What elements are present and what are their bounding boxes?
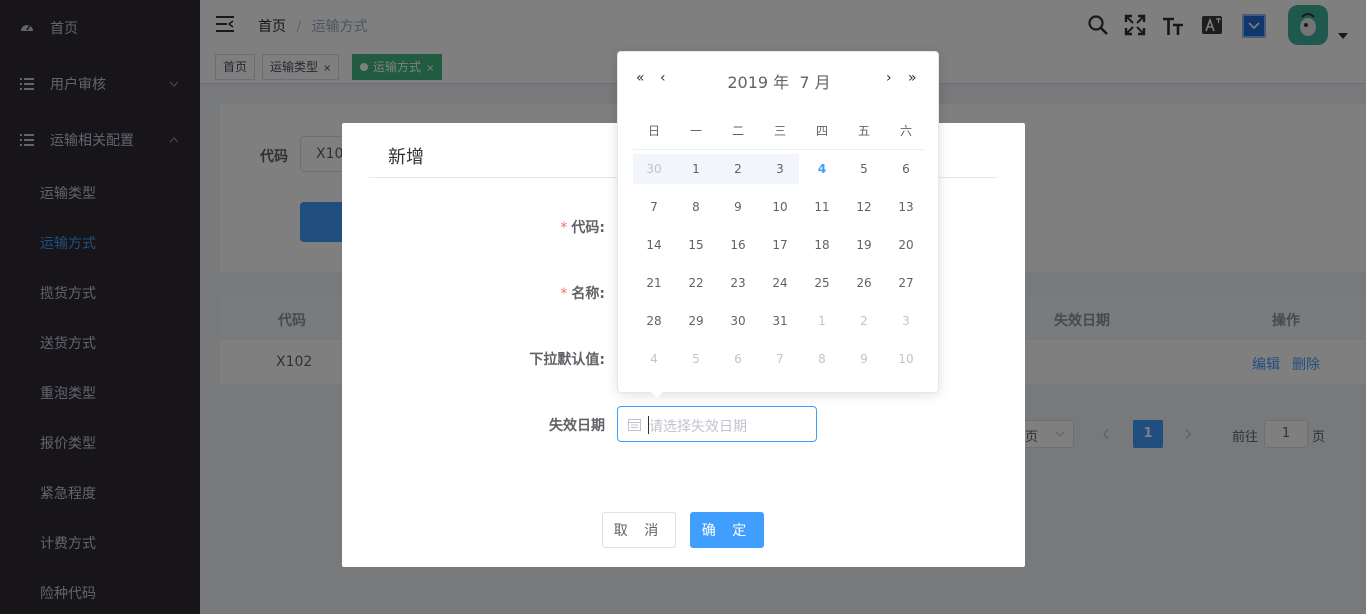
calendar-day[interactable]: 30 [717,306,759,336]
calendar-day-other-month[interactable]: 1 [801,306,843,336]
weekday-label: 六 [899,124,912,138]
calendar-day[interactable]: 17 [759,230,801,260]
calendar-day[interactable]: 16 [717,230,759,260]
calendar-day[interactable]: 18 [801,230,843,260]
calendar-day[interactable]: 25 [801,268,843,298]
weekday-label: 一 [689,124,702,138]
weekday-label: 五 [857,124,870,138]
expire-date-label: 失效日期 [549,418,605,434]
calendar-day-other-month[interactable]: 2 [843,306,885,336]
calendar-day[interactable]: 5 [843,154,885,184]
calendar-day[interactable]: 10 [759,192,801,222]
popup-arrow [651,392,663,398]
calendar-day[interactable]: 24 [759,268,801,298]
next-month-button[interactable]: › [886,70,892,86]
calendar-day[interactable]: 23 [717,268,759,298]
calendar-day[interactable]: 28 [633,306,675,336]
calendar-day[interactable]: 8 [675,192,717,222]
calendar-day[interactable]: 13 [885,192,927,222]
calendar-day[interactable]: 20 [885,230,927,260]
calendar-day[interactable]: 9 [717,192,759,222]
calendar-day-other-month[interactable]: 6 [717,344,759,374]
calendar-day[interactable]: 27 [885,268,927,298]
name-field-label: * 名称: [560,286,605,302]
calendar-day[interactable]: 7 [633,192,675,222]
calendar-day-other-month[interactable]: 3 [885,306,927,336]
calendar-day-other-month[interactable]: 4 [633,344,675,374]
weekday-label: 二 [731,124,744,138]
next-year-button[interactable]: » [908,70,917,86]
picker-header-label[interactable]: 2019 年 7 月 [618,69,940,93]
calendar-day-today[interactable]: 4 [801,154,843,184]
calendar-day[interactable]: 22 [675,268,717,298]
default-field-label: 下拉默认值: [529,352,605,368]
calendar-day[interactable]: 21 [633,268,675,298]
calendar-day[interactable]: 31 [759,306,801,336]
calendar-day[interactable]: 12 [843,192,885,222]
weekday-label: 三 [773,124,786,138]
calendar-day[interactable]: 3 [759,154,801,184]
dialog-title: 新增 [388,147,424,168]
calendar-day[interactable]: 15 [675,230,717,260]
calendar-day-other-month[interactable]: 30 [633,154,675,184]
calendar-day-other-month[interactable]: 9 [843,344,885,374]
code-field-label: * 代码: [560,220,605,236]
calendar-day[interactable]: 6 [885,154,927,184]
calendar-day[interactable]: 14 [633,230,675,260]
calendar-icon [628,419,641,431]
confirm-button[interactable]: 确 定 [690,512,764,548]
calendar-day[interactable]: 2 [717,154,759,184]
calendar-day[interactable]: 29 [675,306,717,336]
weekday-label: 日 [647,124,660,138]
cancel-button[interactable]: 取 消 [602,512,676,548]
calendar-day-other-month[interactable]: 5 [675,344,717,374]
calendar-day[interactable]: 1 [675,154,717,184]
expire-date-placeholder: 请选择失效日期 [649,419,747,435]
calendar-day[interactable]: 26 [843,268,885,298]
weekday-label: 四 [815,124,828,138]
calendar-day-other-month[interactable]: 8 [801,344,843,374]
date-picker-panel: « ‹ 2019 年 7 月 › » 日一二三四五六 30 1 2 3 4 5 6 7 8 9 10… [617,51,939,393]
calendar-day-other-month[interactable]: 10 [885,344,927,374]
calendar-day[interactable]: 11 [801,192,843,222]
weekday-divider [633,149,925,150]
calendar-day[interactable]: 19 [843,230,885,260]
expire-date-input[interactable]: 请选择失效日期 [617,406,817,442]
calendar-day-other-month[interactable]: 7 [759,344,801,374]
